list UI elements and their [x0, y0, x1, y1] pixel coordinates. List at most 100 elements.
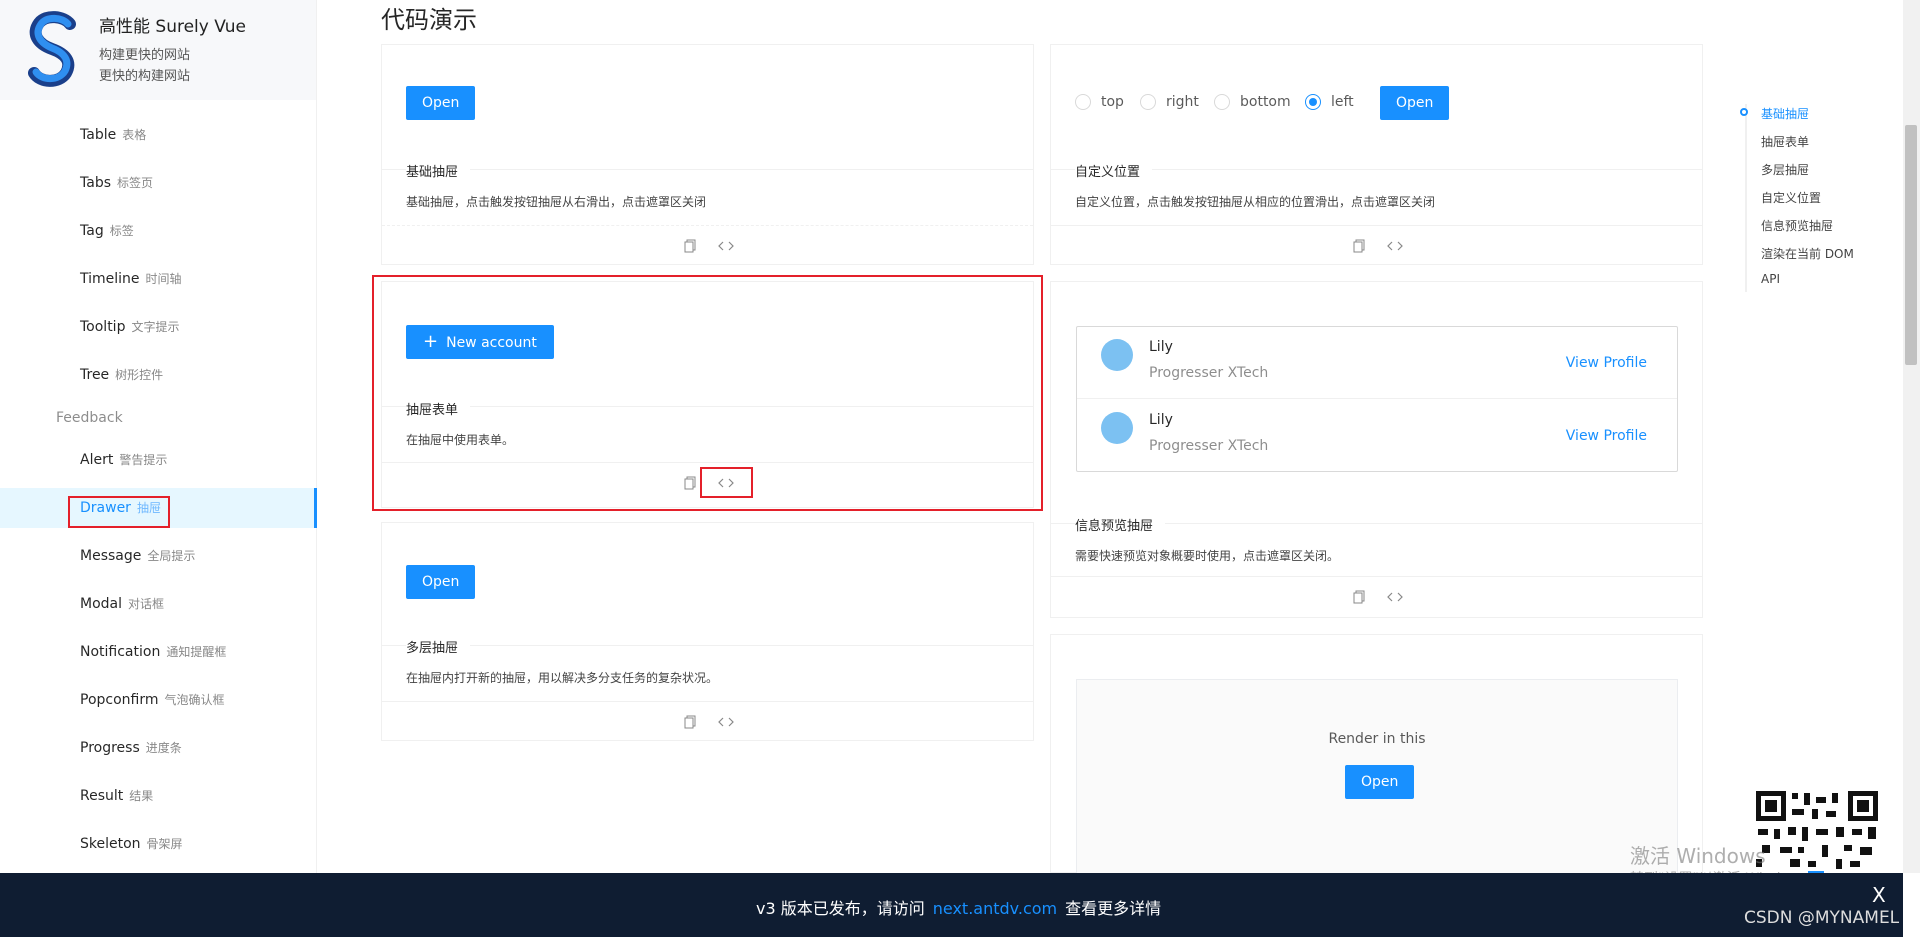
demo-actions — [1051, 576, 1702, 618]
radio-top[interactable]: top — [1075, 94, 1124, 110]
logo-area[interactable]: 高性能 Surely Vue 构建更快的网站 更快的构建网站 — [0, 0, 316, 100]
page-title: 代码演示 — [381, 6, 477, 34]
banner-text-before: v3 版本已发布，请访问 — [756, 899, 925, 918]
code-expand-icon[interactable] — [717, 714, 735, 730]
demo-card-multi: Open 多层抽屉 在抽屉内打开新的抽屉，用以解决多分支任务的复杂状况。 — [381, 522, 1034, 741]
sidebar-item-timeline[interactable]: Timeline 时间轴 — [0, 259, 317, 299]
radio-left[interactable]: left — [1305, 94, 1354, 110]
demo-title: 信息预览抽屉 — [1075, 515, 1166, 534]
anchor-link-render[interactable]: 渲染在当前 DOM — [1761, 245, 1854, 262]
menu-label: Modal — [80, 596, 122, 612]
anchor-link-multi[interactable]: 多层抽屉 — [1761, 161, 1809, 178]
view-profile-link[interactable]: View Profile — [1566, 355, 1647, 371]
menu-label-cn: 文字提示 — [131, 320, 180, 334]
sidebar-item-progress[interactable]: Progress 进度条 — [0, 728, 317, 768]
demo-title: 基础抽屉 — [406, 161, 471, 180]
menu-label-cn: 警告提示 — [119, 453, 168, 467]
menu-label: Popconfirm — [80, 692, 159, 708]
menu-label-cn: 结果 — [129, 789, 154, 803]
copy-icon[interactable] — [681, 714, 699, 730]
copy-icon[interactable] — [681, 238, 699, 254]
radio-right[interactable]: right — [1140, 94, 1199, 110]
demo-description: 自定义位置，点击触发按钮抽屉从相应的位置滑出，点击遮罩区关闭 — [1075, 195, 1436, 209]
menu-label: Tabs — [80, 175, 111, 191]
render-container: Render in this Open — [1076, 679, 1678, 879]
sidebar-item-modal[interactable]: Modal 对话框 — [0, 584, 317, 624]
sidebar-item-skeleton[interactable]: Skeleton 骨架屏 — [0, 824, 317, 864]
anchor-link-preview[interactable]: 信息预览抽屉 — [1761, 217, 1833, 234]
menu-label: Skeleton — [80, 836, 141, 852]
menu-label: Tooltip — [80, 319, 126, 335]
close-icon[interactable]: X — [1872, 883, 1886, 907]
menu-label: Message — [80, 548, 142, 564]
menu-label: Timeline — [80, 271, 140, 287]
anchor-link-placement[interactable]: 自定义位置 — [1761, 189, 1821, 206]
radio-label: left — [1331, 94, 1354, 110]
anchor-link-api[interactable]: API — [1761, 272, 1780, 286]
anchor-rail — [1745, 104, 1747, 292]
copy-icon[interactable] — [1350, 238, 1368, 254]
demo-card-placement: top right bottom left Open 自定义位置 自定义位置，点… — [1050, 44, 1703, 265]
view-profile-link[interactable]: View Profile — [1566, 428, 1647, 444]
menu-label: Alert — [80, 452, 114, 468]
menu-label-cn: 全局提示 — [147, 549, 196, 563]
open-button[interactable]: Open — [1380, 86, 1450, 120]
divider — [382, 645, 1033, 646]
banner-text: v3 版本已发布，请访问 next.antdv.com 查看更多详情 — [756, 895, 1161, 919]
open-button[interactable]: Open — [1345, 765, 1415, 799]
avatar — [1101, 339, 1133, 371]
open-button[interactable]: Open — [406, 565, 476, 599]
menu-label: Tree — [80, 367, 110, 383]
windows-activation-title: 激活 Windows — [1630, 844, 1766, 868]
banner-link[interactable]: next.antdv.com — [933, 899, 1057, 918]
profile-name: Lily — [1149, 339, 1173, 355]
code-expand-icon[interactable] — [1386, 238, 1404, 254]
sidebar: 高性能 Surely Vue 构建更快的网站 更快的构建网站 Table 表格 T… — [0, 0, 317, 937]
sidebar-item-table[interactable]: Table 表格 — [0, 115, 317, 155]
menu-label-cn: 骨架屏 — [146, 837, 183, 851]
copy-icon[interactable] — [1350, 589, 1368, 605]
open-button[interactable]: Open — [406, 86, 476, 120]
announcement-banner: v3 版本已发布，请访问 next.antdv.com 查看更多详情 X — [0, 873, 1903, 937]
profile-company: Progresser XTech — [1149, 365, 1269, 381]
menu-label-cn: 通知提醒框 — [166, 645, 227, 659]
sidebar-item-notification[interactable]: Notification 通知提醒框 — [0, 632, 317, 672]
code-expand-icon[interactable] — [1386, 589, 1404, 605]
banner-text-after: 查看更多详情 — [1065, 899, 1162, 918]
highlight-code-icon — [700, 467, 753, 498]
anchor-dot-icon — [1740, 108, 1748, 116]
sidebar-item-alert[interactable]: Alert 警告提示 — [0, 440, 317, 480]
render-text: Render in this — [1328, 731, 1426, 747]
sidebar-item-tooltip[interactable]: Tooltip 文字提示 — [0, 307, 317, 347]
csdn-watermark: CSDN @MYNAMEL — [1744, 908, 1900, 928]
profile-list: Lily Progresser XTech View Profile Lily … — [1076, 326, 1678, 472]
demo-card-basic: Open 基础抽屉 基础抽屉，点击触发按钮抽屉从右滑出，点击遮罩区关闭 — [381, 44, 1034, 265]
demo-actions — [382, 701, 1033, 743]
radio-circle — [1305, 94, 1321, 110]
menu-label-cn: 时间轴 — [145, 272, 182, 286]
sidebar-item-message[interactable]: Message 全局提示 — [0, 536, 317, 576]
sidebar-item-tag[interactable]: Tag 标签 — [0, 211, 317, 251]
menu-label-cn: 进度条 — [145, 741, 182, 755]
radio-bottom[interactable]: bottom — [1214, 94, 1291, 110]
menu-label-cn: 表格 — [122, 128, 147, 142]
demo-title: 多层抽屉 — [406, 637, 471, 656]
anchor-link-form[interactable]: 抽屉表单 — [1761, 133, 1809, 150]
sidebar-item-popconfirm[interactable]: Popconfirm 气泡确认框 — [0, 680, 317, 720]
code-expand-icon[interactable] — [717, 238, 735, 254]
logo-subtitle-2: 更快的构建网站 — [99, 69, 191, 84]
radio-label: top — [1101, 94, 1124, 110]
menu-label: Progress — [80, 740, 140, 756]
radio-circle — [1075, 94, 1091, 110]
menu-label-cn: 树形控件 — [115, 368, 164, 382]
sidebar-item-result[interactable]: Result 结果 — [0, 776, 317, 816]
list-item: Lily Progresser XTech View Profile — [1077, 327, 1677, 399]
demo-actions — [382, 225, 1033, 267]
scrollbar-thumb[interactable] — [1905, 125, 1917, 365]
sidebar-item-tabs[interactable]: Tabs 标签页 — [0, 163, 317, 203]
anchor-link-basic[interactable]: 基础抽屉 — [1761, 105, 1809, 122]
demo-description: 在抽屉内打开新的抽屉，用以解决多分支任务的复杂状况。 — [406, 671, 719, 685]
sidebar-item-tree[interactable]: Tree 树形控件 — [0, 355, 317, 395]
demo-title: 自定义位置 — [1075, 161, 1153, 180]
radio-label: right — [1166, 94, 1199, 110]
